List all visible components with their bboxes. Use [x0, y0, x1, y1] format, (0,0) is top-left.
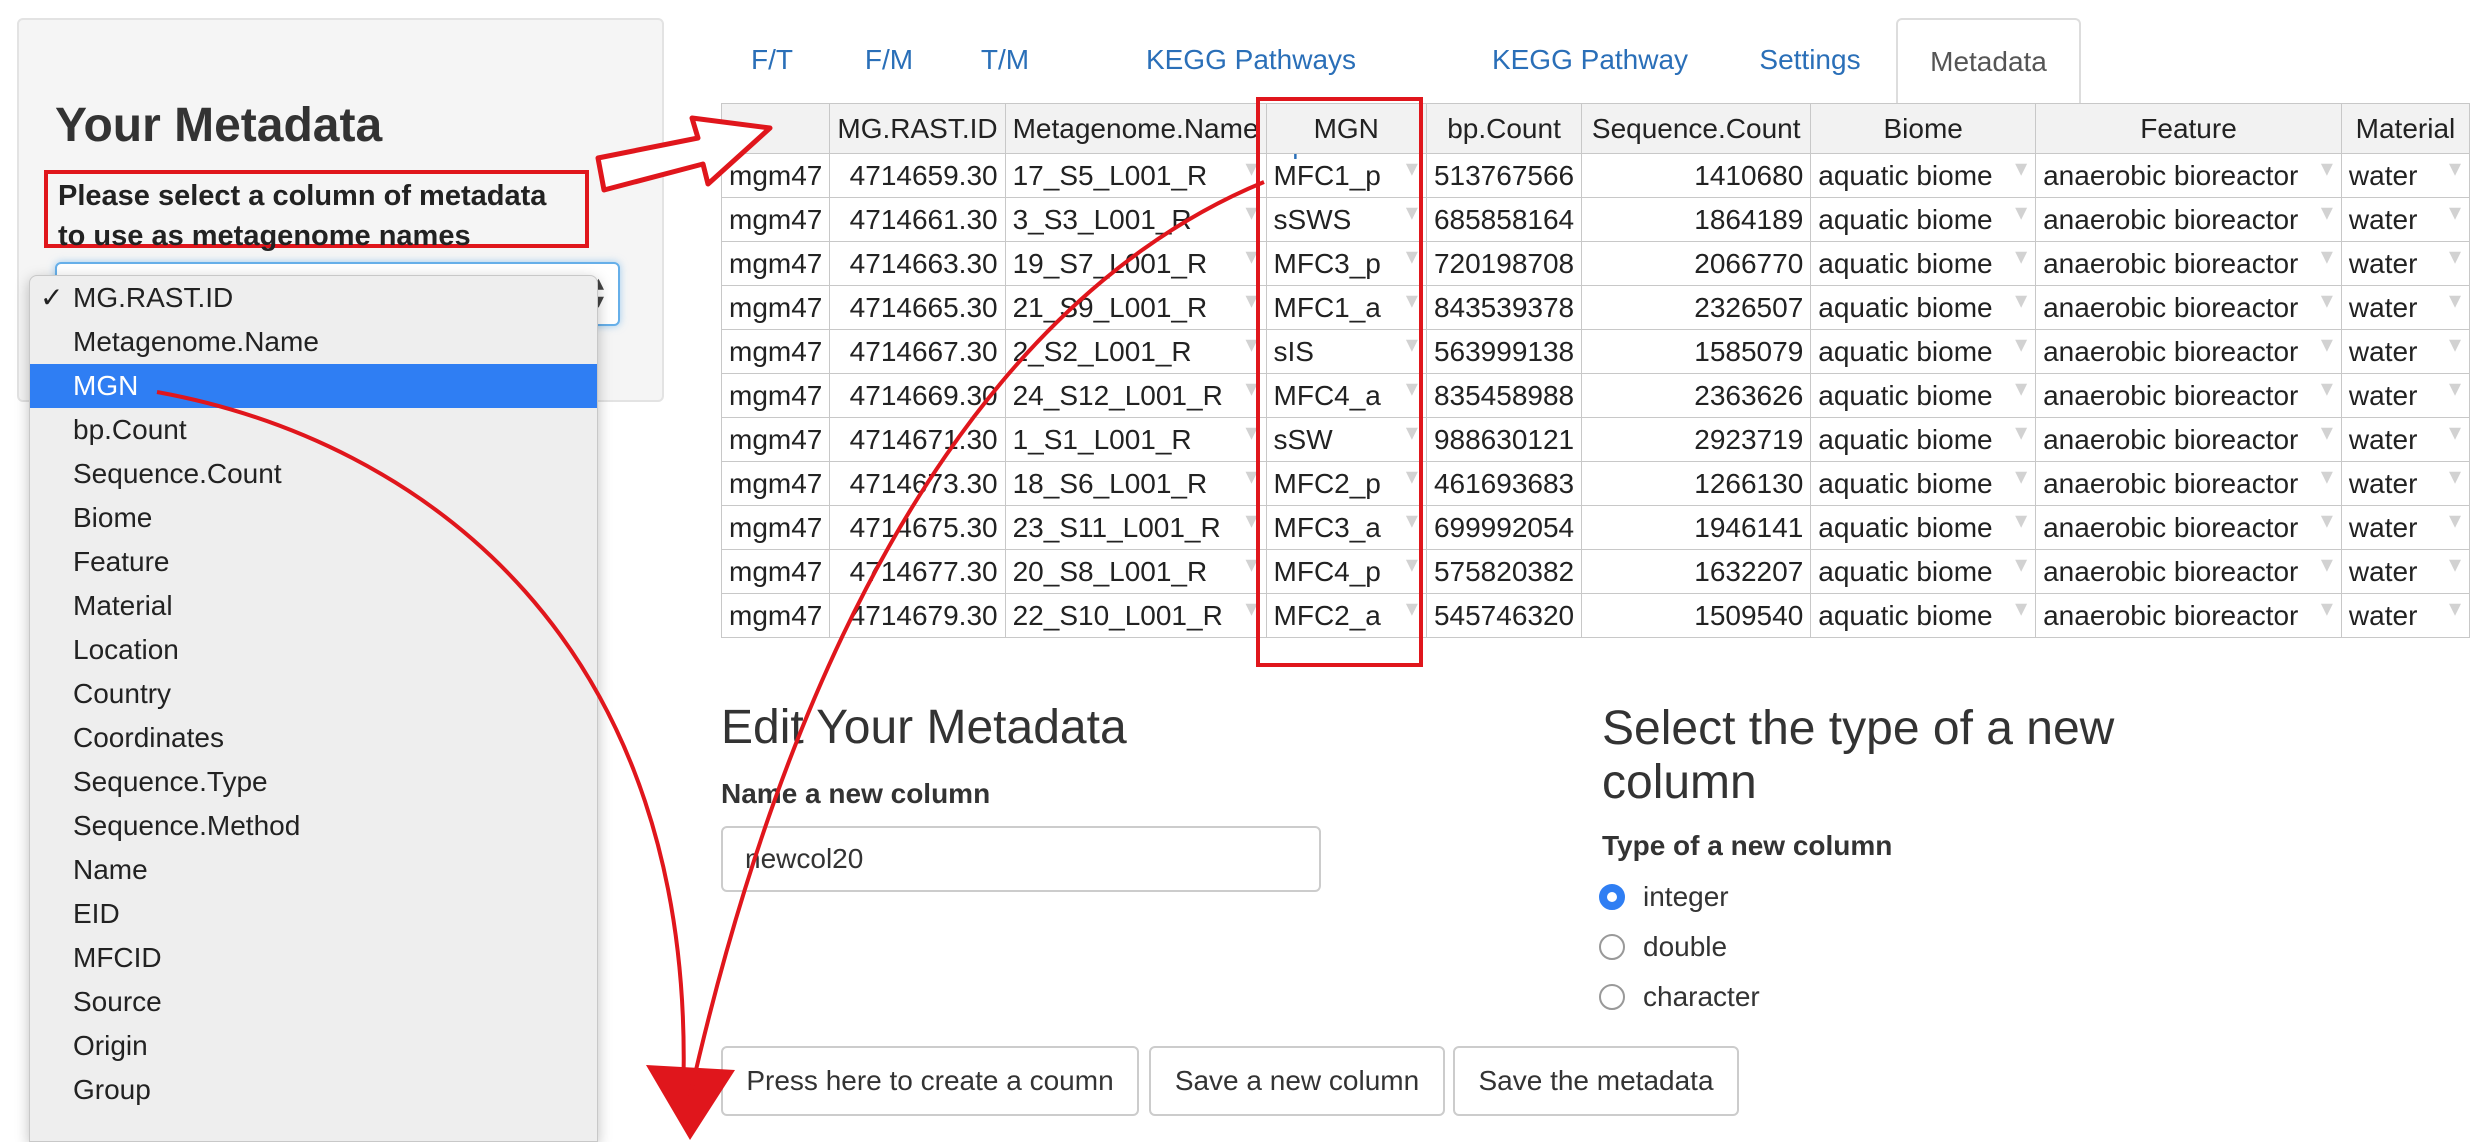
curved-arrow-head: [646, 1065, 735, 1140]
curved-arrow-to-create-button: [156, 390, 686, 1099]
annotation-arrows: [156, 115, 1265, 1140]
curved-arrow-from-mgn-column: [688, 180, 1265, 1097]
block-arrow-annotation: [595, 115, 773, 193]
